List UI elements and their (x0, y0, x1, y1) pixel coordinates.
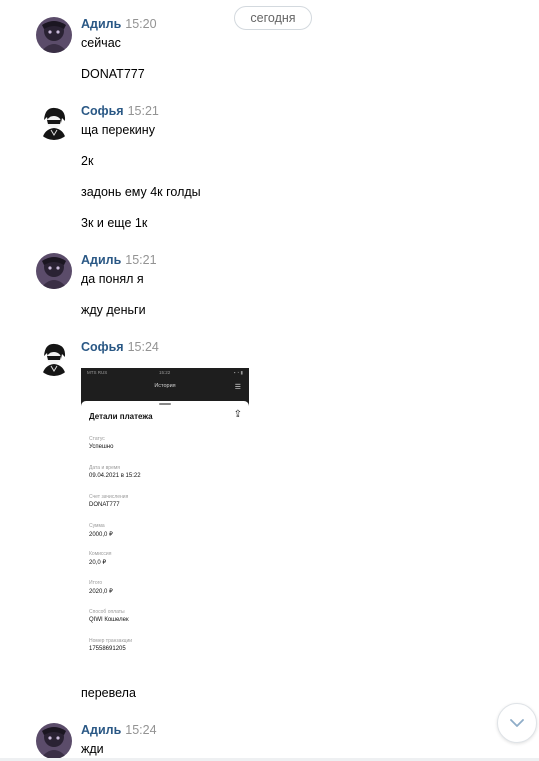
screenshot-nav-title: История (154, 383, 176, 389)
author-name[interactable]: Адиль (81, 723, 121, 737)
message-text: сейчас (81, 36, 121, 50)
chevron-down-icon (510, 718, 524, 727)
sheet-grip (159, 403, 171, 405)
avatar[interactable] (36, 17, 72, 53)
author-name[interactable]: Адиль (81, 17, 121, 31)
field-value: 17558691205 (89, 646, 126, 652)
message-text: DONAT777 (81, 67, 145, 81)
scroll-down-button[interactable] (497, 703, 537, 743)
message-header: Софья 15:24 (81, 340, 159, 358)
avatar[interactable] (36, 340, 72, 376)
field-label: Комиссия (89, 551, 112, 557)
payment-screenshot-image[interactable]: MTS RUS 15:22 ▪ ◔ ▮ История ☰ Детали пла… (81, 368, 249, 660)
avatar[interactable] (36, 104, 72, 140)
field-label: Итого (89, 580, 103, 586)
status-carrier: MTS RUS (87, 370, 108, 375)
field-value: DONAT777 (89, 502, 120, 508)
message-time[interactable]: 15:21 (128, 104, 159, 118)
message-text: жди (81, 742, 104, 756)
message-group: Адиль 15:21 да понял я жду деньги (0, 253, 539, 323)
payment-details-card: Детали платежа ⇪ Статус Успешно Дата и в… (81, 401, 249, 660)
status-icons: ▪ ◔ ▮ (233, 370, 243, 375)
field-label: Статус (89, 436, 105, 442)
field-value: 20,0 ₽ (89, 560, 107, 566)
message-time[interactable]: 15:21 (125, 253, 156, 267)
field-value: 09.04.2021 в 15:22 (89, 473, 141, 479)
message-text: 3к и еще 1к (81, 216, 148, 230)
message-text: перевела (81, 686, 136, 700)
author-name[interactable]: Софья (81, 104, 124, 118)
message-time[interactable]: 15:20 (125, 17, 156, 31)
message-text: жду деньги (81, 303, 146, 317)
field-value: 2000,0 ₽ (89, 532, 113, 538)
message-header: Адиль 15:20 (81, 17, 157, 35)
message-group: Софья 15:24 (0, 340, 539, 376)
message-text: да понял я (81, 272, 144, 286)
menu-icon: ☰ (234, 384, 241, 391)
status-time: 15:22 (159, 370, 171, 375)
avatar[interactable] (36, 723, 72, 759)
message-header: Адиль 15:21 (81, 253, 157, 271)
message-group: Софья 15:21 ща перекину 2к задонь ему 4к … (0, 104, 539, 234)
message-text: 2к (81, 154, 94, 168)
field-label: Номер транзакции (89, 638, 133, 644)
message-header: Софья 15:21 (81, 104, 159, 122)
field-label: Сумма (89, 523, 105, 529)
message-header: Адиль 15:24 (81, 723, 157, 741)
message-group: Адиль 15:20 сейчас DONAT777 (0, 17, 539, 87)
field-value: 2020,0 ₽ (89, 589, 113, 595)
share-icon: ⇪ (233, 409, 242, 420)
field-label: Способ оплаты (89, 609, 125, 615)
author-name[interactable]: Софья (81, 340, 124, 354)
avatar[interactable] (36, 253, 72, 289)
author-name[interactable]: Адиль (81, 253, 121, 267)
field-label: Счет зачисления (89, 494, 129, 500)
payment-details-title: Детали платежа (89, 412, 153, 421)
message-text: задонь ему 4к голды (81, 185, 201, 199)
field-value: QIWI Кошелек (89, 617, 129, 623)
message-time[interactable]: 15:24 (125, 723, 156, 737)
message-group: Адиль 15:24 жди (0, 723, 539, 759)
field-value: Успешно (89, 444, 114, 450)
message-time[interactable]: 15:24 (128, 340, 159, 354)
message-text: ща перекину (81, 123, 155, 137)
field-label: Дата и время (89, 465, 121, 471)
